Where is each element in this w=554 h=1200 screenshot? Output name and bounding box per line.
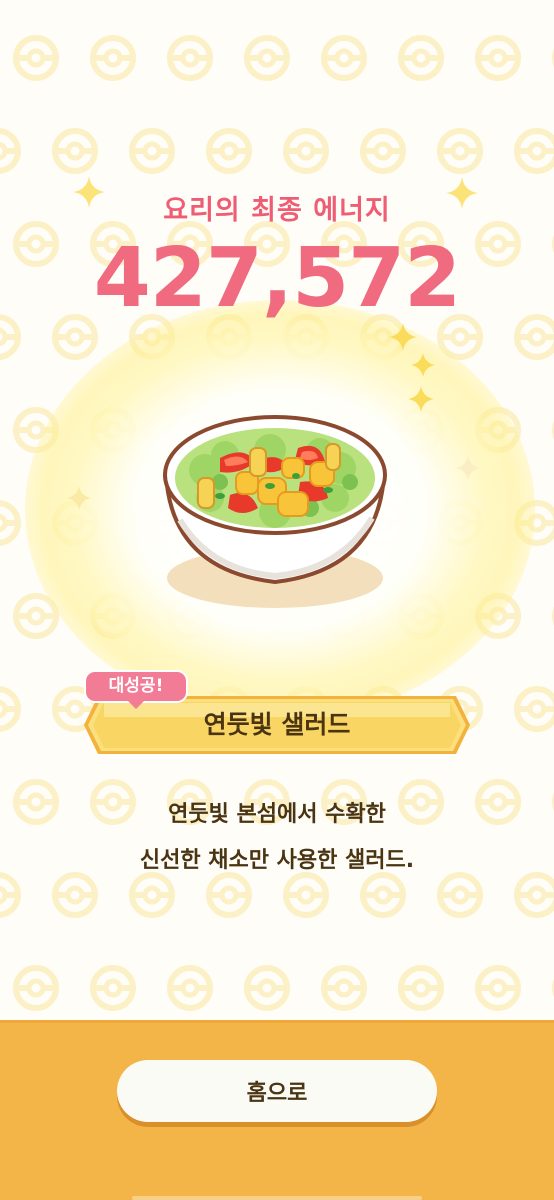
sparkle-icon (456, 456, 480, 480)
pokeball-pattern-icon (209, 131, 249, 171)
great-success-badge: 대성공! (84, 670, 188, 709)
pokeball-pattern-icon (93, 38, 133, 78)
final-energy-value: 427,572 (93, 231, 461, 326)
pokeball-pattern-icon (517, 689, 554, 729)
salad-bowl-image (163, 415, 387, 608)
pokeball-pattern-icon (478, 968, 518, 1008)
sparkle-icon (446, 177, 478, 209)
home-indicator (132, 1196, 422, 1200)
pokeball-pattern-icon (0, 689, 18, 729)
dish-description-line-1: 연둣빛 본섬에서 수확한 (168, 802, 386, 827)
pokeball-pattern-icon (517, 131, 554, 171)
pokeball-pattern-icon (55, 131, 95, 171)
pokeball-pattern-icon (286, 131, 326, 171)
pokeball-pattern-icon (0, 317, 18, 357)
sparkle-icon (67, 486, 91, 510)
pokeball-pattern-icon (247, 968, 287, 1008)
dish-description-line-2: 신선한 채소만 사용한 샐러드. (139, 848, 415, 873)
pokeball-pattern-icon (16, 968, 56, 1008)
pokeball-pattern-icon (401, 38, 441, 78)
dish-title-area: 연둣빛 샐러드 대성공! (84, 670, 470, 760)
pokeball-pattern-icon (132, 131, 172, 171)
pokeball-pattern-icon (0, 131, 18, 171)
pokeball-pattern-icon (440, 131, 480, 171)
sparkle-icon (389, 323, 417, 351)
sparkle-icon (73, 176, 105, 208)
sparkle-icon (408, 386, 434, 412)
badge-label: 대성공! (108, 676, 164, 696)
pokeball-pattern-icon (517, 317, 554, 357)
pokeball-pattern-icon (93, 968, 133, 1008)
pokeball-pattern-icon (0, 503, 18, 543)
pokeball-pattern-icon (170, 968, 210, 1008)
cooking-result-screen: 요리의 최종 에너지 427,572 연둣빛 샐러드 대성공! 연둣빛 본섬에서… (0, 0, 554, 1200)
pokeball-pattern-icon (324, 968, 364, 1008)
dish-description: 연둣빛 본섬에서 수확한 신선한 채소만 사용한 샐러드. (0, 792, 554, 884)
pokeball-pattern-icon (324, 38, 364, 78)
sparkle-icon (411, 353, 435, 377)
home-button[interactable]: 홈으로 (117, 1060, 437, 1122)
pokeball-pattern-icon (16, 38, 56, 78)
pokeball-pattern-icon (363, 131, 403, 171)
pokeball-pattern-icon (478, 38, 518, 78)
pokeball-pattern-icon (401, 968, 441, 1008)
pokeball-pattern-icon (55, 317, 95, 357)
pokeball-pattern-icon (170, 38, 210, 78)
pokeball-pattern-icon (247, 38, 287, 78)
